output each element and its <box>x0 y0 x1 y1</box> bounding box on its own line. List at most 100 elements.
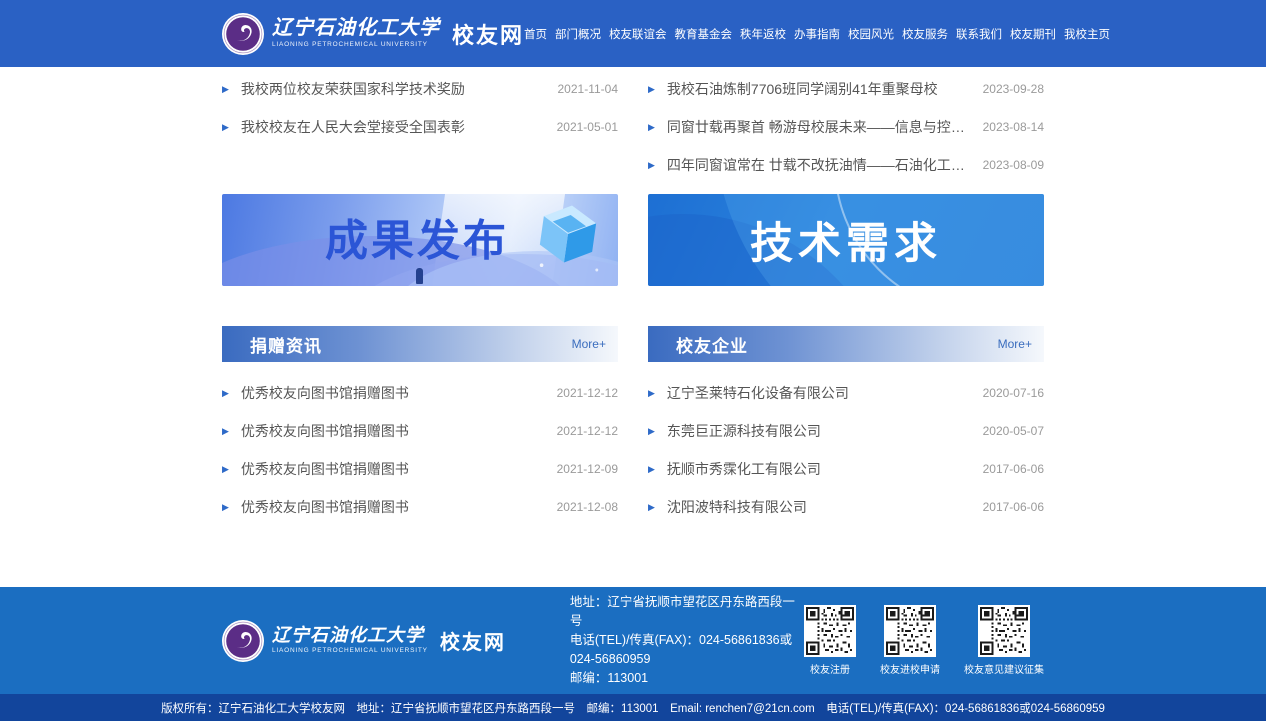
news-date: 2021-05-01 <box>557 120 618 134</box>
news-list-item[interactable]: ▶ 辽宁圣莱特石化设备有限公司 2020-07-16 <box>648 374 1044 412</box>
donation-news-section: 捐赠资讯 More+ ▶ 优秀校友向图书馆捐赠图书 2021-12-12 <box>222 326 618 526</box>
news-date: 2021-11-04 <box>558 82 619 96</box>
qr-code-icon <box>804 605 856 657</box>
news-title: 优秀校友向图书馆捐赠图书 <box>241 383 547 403</box>
news-date: 2021-12-12 <box>557 424 618 438</box>
donation-section-title: 捐赠资讯 <box>222 332 322 357</box>
qr-code-label: 校友进校申请 <box>880 661 940 676</box>
copyright-text: 版权所有：辽宁石油化工大学校友网 地址：辽宁省抚顺市望花区丹东路西段一号 邮编：… <box>161 700 1105 716</box>
university-logo-icon <box>222 13 264 55</box>
alumni-enterprise-list: ▶ 辽宁圣莱特石化设备有限公司 2020-07-16 ▶ 东莞巨正源科技有限公司… <box>648 362 1044 526</box>
news-title: 我校石油炼制7706班同学阔别41年重聚母校 <box>667 79 973 99</box>
banner-tech-needs-title: 技术需求 <box>750 209 942 271</box>
banner-achievements-title: 成果发布 <box>325 207 509 269</box>
main-content: ▶ 我校两位校友荣获国家科学技术奖励 2021-11-04 ▶ 我校校友在人民大… <box>0 67 1266 587</box>
news-date: 2023-08-09 <box>983 158 1044 172</box>
arrow-icon: ▶ <box>222 85 229 94</box>
news-title: 东莞巨正源科技有限公司 <box>667 421 973 441</box>
arrow-icon: ▶ <box>648 161 655 170</box>
university-name-block: 辽宁石油化工大学 LIAONING PETROCHEMICAL UNIVERSI… <box>272 626 428 655</box>
university-name-block: 辽宁石油化工大学 LIAONING PETROCHEMICAL UNIVERSI… <box>272 18 440 49</box>
news-date: 2021-12-08 <box>557 500 618 514</box>
qr-code-label: 校友注册 <box>810 661 850 676</box>
nav-item[interactable]: 秩年返校 <box>740 26 786 42</box>
news-list-item[interactable]: ▶ 优秀校友向图书馆捐赠图书 2021-12-12 <box>222 374 618 412</box>
banner-achievements[interactable]: 成果发布 <box>222 194 618 286</box>
qr-code-group: 校友注册 校友进校申请 <box>804 605 1044 676</box>
reunion-news-list: ▶ 我校石油炼制7706班同学阔别41年重聚母校 2023-09-28 ▶ 同窗… <box>648 70 1044 184</box>
arrow-icon: ▶ <box>648 85 655 94</box>
news-list-item[interactable]: ▶ 东莞巨正源科技有限公司 2020-05-07 <box>648 412 1044 450</box>
news-title: 我校校友在人民大会堂接受全国表彰 <box>241 117 547 137</box>
nav-item[interactable]: 我校主页 <box>1064 26 1110 42</box>
qr-code-icon <box>978 605 1030 657</box>
person-silhouette <box>416 268 423 284</box>
banner-row: 成果发布 技术需求 <box>222 194 1044 286</box>
news-date: 2017-06-06 <box>983 462 1044 476</box>
news-list-item[interactable]: ▶ 我校石油炼制7706班同学阔别41年重聚母校 2023-09-28 <box>648 70 1044 108</box>
donation-news-list: ▶ 优秀校友向图书馆捐赠图书 2021-12-12 ▶ 优秀校友向图书馆捐赠图书… <box>222 362 618 526</box>
news-list-item[interactable]: ▶ 四年同窗谊常在 廿载不改抚油情——石油化工学院化... 2023-08-09 <box>648 146 1044 184</box>
enterprise-section-header: 校友企业 More+ <box>648 326 1044 362</box>
news-list-item[interactable]: ▶ 沈阳波特科技有限公司 2017-06-06 <box>648 488 1044 526</box>
university-name: 辽宁石油化工大学 <box>272 626 428 644</box>
news-list-item[interactable]: ▶ 我校校友在人民大会堂接受全国表彰 2021-05-01 <box>222 108 618 146</box>
footer-address: 地址：辽宁省抚顺市望花区丹东路西段一号 <box>570 593 804 631</box>
news-date: 2023-08-14 <box>983 120 1044 134</box>
cube-icon <box>532 198 604 276</box>
qr-code-item: 校友注册 <box>804 605 856 676</box>
news-title: 辽宁圣莱特石化设备有限公司 <box>667 383 973 403</box>
nav-item[interactable]: 校友联谊会 <box>609 26 667 42</box>
news-title: 四年同窗谊常在 廿载不改抚油情——石油化工学院化... <box>667 155 973 175</box>
news-title: 优秀校友向图书馆捐赠图书 <box>241 497 547 517</box>
arrow-icon: ▶ <box>648 503 655 512</box>
news-date: 2023-09-28 <box>983 82 1044 96</box>
qr-code-item: 校友进校申请 <box>880 605 940 676</box>
arrow-icon: ▶ <box>648 427 655 436</box>
top-navigation-bar: 辽宁石油化工大学 LIAONING PETROCHEMICAL UNIVERSI… <box>0 0 1266 67</box>
news-list-item[interactable]: ▶ 我校两位校友荣获国家科学技术奖励 2021-11-04 <box>222 70 618 108</box>
news-list-item[interactable]: ▶ 优秀校友向图书馆捐赠图书 2021-12-09 <box>222 450 618 488</box>
news-title: 我校两位校友荣获国家科学技术奖励 <box>241 79 548 99</box>
nav-item[interactable]: 办事指南 <box>794 26 840 42</box>
main-nav: 首页 部门概况 校友联谊会 教育基金会 秩年返校 办事指南 校园风光 校友服务 … <box>524 26 1110 42</box>
news-title: 优秀校友向图书馆捐赠图书 <box>241 459 547 479</box>
nav-item[interactable]: 教育基金会 <box>675 26 733 42</box>
news-list-item[interactable]: ▶ 同窗廿载再聚首 畅游母校展未来——信息与控制工程... 2023-08-14 <box>648 108 1044 146</box>
news-list-item[interactable]: ▶ 优秀校友向图书馆捐赠图书 2021-12-12 <box>222 412 618 450</box>
footer-zip: 邮编：113001 <box>570 669 804 688</box>
donation-more-link[interactable]: More+ <box>572 337 618 351</box>
arrow-icon: ▶ <box>222 123 229 132</box>
qr-code-icon <box>884 605 936 657</box>
nav-item[interactable]: 校友服务 <box>902 26 948 42</box>
nav-item[interactable]: 联系我们 <box>956 26 1002 42</box>
enterprise-more-link[interactable]: More+ <box>998 337 1044 351</box>
nav-item[interactable]: 首页 <box>524 26 547 42</box>
enterprise-section-title: 校友企业 <box>648 332 748 357</box>
footer: 辽宁石油化工大学 LIAONING PETROCHEMICAL UNIVERSI… <box>0 587 1266 694</box>
arrow-icon: ▶ <box>648 465 655 474</box>
news-list-item[interactable]: ▶ 抚顺市秀霂化工有限公司 2017-06-06 <box>648 450 1044 488</box>
copyright-bar: 版权所有：辽宁石油化工大学校友网 地址：辽宁省抚顺市望花区丹东路西段一号 邮编：… <box>0 694 1266 721</box>
site-logo[interactable]: 辽宁石油化工大学 LIAONING PETROCHEMICAL UNIVERSI… <box>222 13 524 55</box>
donation-section-header: 捐赠资讯 More+ <box>222 326 618 362</box>
news-date: 2020-07-16 <box>983 386 1044 400</box>
banner-tech-needs[interactable]: 技术需求 <box>648 194 1044 286</box>
nav-item[interactable]: 校友期刊 <box>1010 26 1056 42</box>
nav-item[interactable]: 部门概况 <box>555 26 601 42</box>
alumni-news-list: ▶ 我校两位校友荣获国家科学技术奖励 2021-11-04 ▶ 我校校友在人民大… <box>222 70 618 184</box>
page: 辽宁石油化工大学 LIAONING PETROCHEMICAL UNIVERSI… <box>0 0 1266 721</box>
arrow-icon: ▶ <box>222 503 229 512</box>
arrow-icon: ▶ <box>648 123 655 132</box>
news-list-item[interactable]: ▶ 优秀校友向图书馆捐赠图书 2021-12-08 <box>222 488 618 526</box>
university-logo-icon <box>222 620 264 662</box>
university-name-en: LIAONING PETROCHEMICAL UNIVERSITY <box>272 42 440 49</box>
footer-contact-info: 地址：辽宁省抚顺市望花区丹东路西段一号 电话(TEL)/传真(FAX)：024-… <box>570 593 804 688</box>
top-news-section: ▶ 我校两位校友荣获国家科学技术奖励 2021-11-04 ▶ 我校校友在人民大… <box>222 67 1044 184</box>
footer-tel-fax: 电话(TEL)/传真(FAX)：024-56861836或024-5686095… <box>570 631 804 669</box>
university-name-en: LIAONING PETROCHEMICAL UNIVERSITY <box>272 648 428 655</box>
bottom-sections: 捐赠资讯 More+ ▶ 优秀校友向图书馆捐赠图书 2021-12-12 <box>222 326 1044 526</box>
nav-item[interactable]: 校园风光 <box>848 26 894 42</box>
news-date: 2021-12-09 <box>557 462 618 476</box>
news-title: 优秀校友向图书馆捐赠图书 <box>241 421 547 441</box>
